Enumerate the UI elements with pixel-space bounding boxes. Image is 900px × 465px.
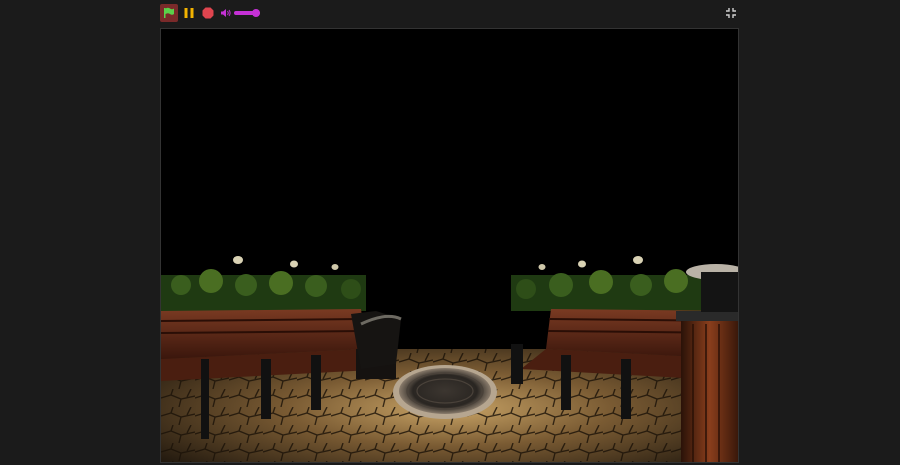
manhole-cover[interactable] [393,365,497,419]
game-toolbar [160,4,740,22]
game-stage[interactable] [160,28,739,463]
fullscreen-exit-button[interactable] [722,4,740,22]
volume-button[interactable] [218,4,234,22]
volume-slider-knob[interactable] [252,9,261,17]
pause-button[interactable] [180,4,198,22]
green-flag-icon [164,7,174,18]
volume-icon [221,9,231,17]
green-flag-button[interactable] [160,4,178,22]
park-scene [161,29,738,462]
stop-icon [202,7,214,19]
hedge-left [161,269,366,311]
fullscreen-exit-icon [726,8,736,18]
volume-slider[interactable] [234,9,261,17]
stop-button[interactable] [199,4,217,22]
pause-icon [184,8,194,18]
